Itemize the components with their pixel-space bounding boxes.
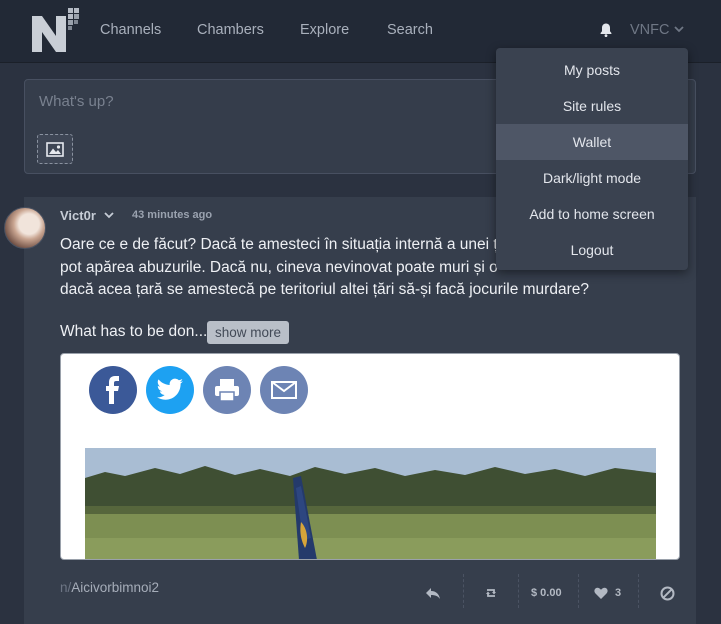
composer-input[interactable] [37,92,481,111]
heart-icon [594,587,608,599]
post-preview-text: What has to be don... [60,323,208,340]
chevron-down-icon[interactable] [674,25,684,33]
menu-item-add-to-home-screen[interactable]: Add to home screen [496,196,688,232]
like-button[interactable]: 3 [594,584,621,602]
nav-chambers[interactable]: Chambers [197,22,264,38]
block-button[interactable] [660,584,675,602]
menu-item-site-rules[interactable]: Site rules [496,88,688,124]
user-dropdown-menu: My posts Site rules Wallet Dark/light mo… [496,48,688,270]
divider [463,574,464,608]
reply-icon [426,587,440,599]
menu-item-logout[interactable]: Logout [496,232,688,268]
user-menu-toggle[interactable]: VNFC [630,22,669,38]
site-logo[interactable] [30,6,82,54]
image-icon [46,141,64,157]
chevron-down-icon[interactable] [104,211,114,219]
post-timestamp[interactable]: 43 minutes ago [132,209,212,221]
tip-amount: $ 0.00 [531,587,562,599]
print-icon[interactable] [203,366,251,414]
post-author[interactable]: Vict0r [60,208,96,223]
add-image-button[interactable] [37,134,73,164]
divider [518,574,519,608]
menu-item-wallet[interactable]: Wallet [496,124,688,160]
reply-button[interactable] [425,584,441,602]
twitter-icon[interactable] [146,366,194,414]
divider [578,574,579,608]
nav-search[interactable]: Search [387,22,433,38]
repost-button[interactable] [484,584,498,602]
bell-icon[interactable] [598,22,614,38]
like-count: 3 [615,587,622,599]
repost-icon [486,589,496,597]
nav-explore[interactable]: Explore [300,22,349,38]
link-preview-embed[interactable] [60,353,680,560]
facebook-icon[interactable] [89,366,137,414]
divider [638,574,639,608]
show-more-button[interactable]: show more [207,321,290,344]
tip-button[interactable]: $ 0.00 [531,584,562,602]
nav-channels[interactable]: Channels [100,22,161,38]
menu-item-dark-light-mode[interactable]: Dark/light mode [496,160,688,196]
avatar[interactable] [4,207,46,249]
article-photo [85,448,656,559]
post-channel-link[interactable]: n/Aicivorbimnoi2 [60,580,159,595]
menu-item-my-posts[interactable]: My posts [496,52,688,88]
email-icon[interactable] [260,366,308,414]
block-icon [660,586,675,600]
